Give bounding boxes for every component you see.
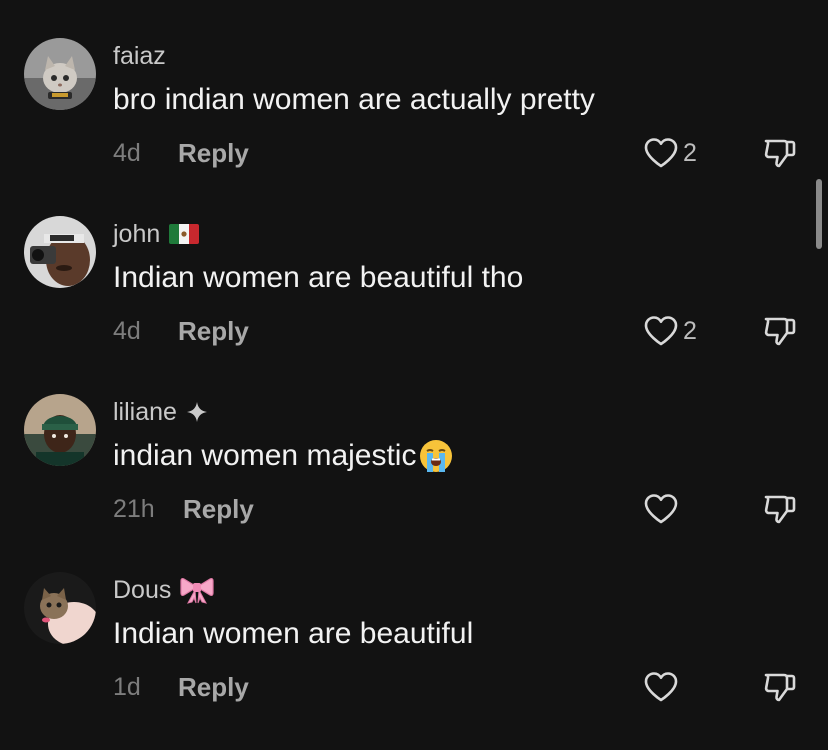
like-button[interactable]: 2: [643, 134, 697, 172]
heart-icon: [644, 138, 678, 168]
like-count: 2: [683, 138, 697, 167]
avatar[interactable]: [24, 38, 96, 110]
avatar[interactable]: [24, 216, 96, 288]
username[interactable]: Dous: [113, 576, 171, 604]
sparkle-icon: [186, 402, 207, 422]
thumbs-down-icon: [764, 317, 796, 346]
comment-item: john Indian women are beautiful tho 4d R…: [0, 216, 828, 394]
username-row: Dous: [113, 576, 214, 604]
loudly-crying-face-icon: [420, 440, 453, 472]
username-row: faiaz: [113, 42, 166, 70]
thumbs-down-icon: [764, 495, 796, 524]
username-row: john: [113, 220, 200, 248]
comment-meta: 4d Reply: [113, 136, 249, 170]
scrollbar[interactable]: [816, 179, 822, 249]
timestamp: 4d: [113, 317, 141, 345]
man-in-beanie-avatar-image: [24, 394, 96, 466]
comment-text: Indian women are beautiful: [113, 616, 473, 652]
comment-text: Indian women are beautiful tho: [113, 260, 523, 296]
comment-text-content: Indian women are beautiful: [113, 617, 474, 650]
reply-button[interactable]: Reply: [178, 314, 249, 348]
like-button[interactable]: [643, 490, 683, 528]
comment-item: Dous Indian women are beautiful 1d Reply: [0, 572, 828, 750]
timestamp: 1d: [113, 673, 141, 701]
comment-meta: 21h Reply: [113, 492, 254, 526]
mexico-flag-icon: [169, 224, 200, 244]
dislike-button[interactable]: [762, 313, 798, 349]
username[interactable]: john: [113, 220, 160, 248]
dislike-button[interactable]: [762, 491, 798, 527]
comment-text-content: indian women majestic: [113, 439, 417, 472]
username-row: liliane: [113, 398, 208, 426]
comment-text-content: bro indian women are actually pretty: [113, 83, 595, 116]
heart-icon: [644, 672, 678, 702]
timestamp: 4d: [113, 139, 141, 167]
dislike-button[interactable]: [762, 669, 798, 705]
cat-avatar-image: [24, 38, 96, 110]
kitten-in-hand-avatar-image: [24, 572, 96, 644]
dislike-button[interactable]: [762, 135, 798, 171]
username[interactable]: liliane: [113, 398, 177, 426]
comment-text-content: Indian women are beautiful tho: [113, 261, 524, 294]
like-button[interactable]: 2: [643, 312, 697, 350]
like-button[interactable]: [643, 668, 683, 706]
reply-button[interactable]: Reply: [178, 670, 249, 704]
avatar[interactable]: [24, 572, 96, 644]
comment-item: liliane indian women majestic 21h Reply: [0, 394, 828, 572]
thumbs-down-icon: [764, 139, 796, 168]
pink-bow-icon: [180, 578, 214, 604]
comment-text: indian women majestic: [113, 438, 454, 474]
comment-meta: 1d Reply: [113, 670, 249, 704]
heart-icon: [644, 316, 678, 346]
thumbs-down-icon: [764, 673, 796, 702]
avatar[interactable]: [24, 394, 96, 466]
heart-icon: [644, 494, 678, 524]
timestamp: 21h: [113, 495, 155, 523]
username[interactable]: faiaz: [113, 42, 166, 70]
comment-meta: 4d Reply: [113, 314, 249, 348]
man-with-camera-avatar-image: [24, 216, 96, 288]
comment-text: bro indian women are actually pretty: [113, 82, 595, 118]
reply-button[interactable]: Reply: [183, 492, 254, 526]
reply-button[interactable]: Reply: [178, 136, 249, 170]
comment-item: faiaz bro indian women are actually pret…: [0, 38, 828, 216]
like-count: 2: [683, 316, 697, 345]
